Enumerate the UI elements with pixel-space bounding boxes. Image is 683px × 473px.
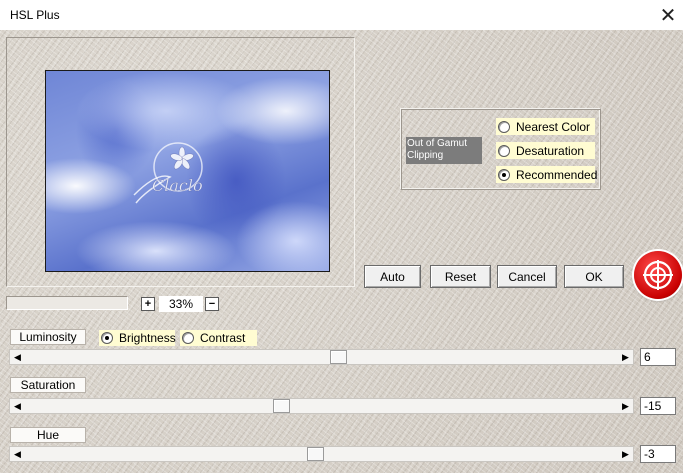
dialog-client-area: Claclo Out of Gamut Clipping Nearest Col… (0, 30, 683, 473)
zoom-track (6, 296, 128, 310)
gamut-label: Out of Gamut Clipping (406, 137, 482, 164)
reset-button[interactable]: Reset (430, 265, 491, 288)
scroll-left-arrow-icon[interactable]: ◀ (10, 350, 25, 364)
radio-label: Nearest Color (516, 119, 591, 134)
luminosity-slider[interactable]: ◀ ▶ (9, 349, 634, 365)
saturation-slider[interactable]: ◀ ▶ (9, 398, 634, 414)
hue-value-field[interactable]: -3 (640, 445, 676, 463)
radio-label: Desaturation (516, 143, 585, 158)
saturation-value-field[interactable]: -15 (640, 397, 676, 415)
radio-desaturation[interactable]: Desaturation (496, 142, 595, 159)
scroll-right-arrow-icon[interactable]: ▶ (618, 350, 633, 364)
radio-brightness[interactable]: Brightness (99, 330, 176, 346)
watermark-text: Claclo (152, 176, 203, 195)
scroll-left-arrow-icon[interactable]: ◀ (10, 399, 25, 413)
scroll-left-arrow-icon[interactable]: ◀ (10, 447, 25, 461)
zoom-value: 33% (159, 296, 203, 312)
hue-slider[interactable]: ◀ ▶ (9, 446, 634, 462)
scroll-right-arrow-icon[interactable]: ▶ (618, 399, 633, 413)
cancel-button[interactable]: Cancel (497, 265, 557, 288)
radio-label: Recommended (516, 167, 598, 182)
help-lifebuoy-icon[interactable] (634, 251, 682, 299)
radio-recommended[interactable]: Recommended (496, 166, 598, 183)
radio-nearest-color[interactable]: Nearest Color (496, 118, 595, 135)
preview-image[interactable]: Claclo (45, 70, 330, 272)
radio-label: Brightness (119, 331, 176, 345)
watermark-logo: Claclo (133, 142, 203, 204)
luminosity-slider-thumb[interactable] (330, 350, 347, 364)
luminosity-value-field[interactable]: 6 (640, 348, 676, 366)
zoom-in-button[interactable]: + (141, 297, 155, 311)
preview-frame: Claclo (6, 37, 355, 287)
scroll-right-arrow-icon[interactable]: ▶ (618, 447, 633, 461)
saturation-slider-thumb[interactable] (273, 399, 290, 413)
radio-contrast[interactable]: Contrast (180, 330, 257, 346)
luminosity-label: Luminosity (10, 329, 86, 345)
auto-button[interactable]: Auto (364, 265, 421, 288)
radio-icon (498, 144, 510, 157)
zoom-out-button[interactable]: − (205, 297, 219, 311)
crosshair-icon (643, 260, 673, 290)
title-bar: HSL Plus ✕ (0, 0, 683, 30)
hue-slider-thumb[interactable] (307, 447, 324, 461)
saturation-label: Saturation (10, 377, 86, 393)
radio-icon (182, 332, 194, 344)
radio-selected-icon (101, 332, 113, 344)
radio-selected-icon (498, 168, 510, 181)
window-title: HSL Plus (10, 8, 60, 22)
hue-label: Hue (10, 427, 86, 443)
close-icon[interactable]: ✕ (653, 0, 683, 30)
radio-icon (498, 120, 510, 133)
radio-label: Contrast (200, 331, 246, 345)
ok-button[interactable]: OK (564, 265, 624, 288)
